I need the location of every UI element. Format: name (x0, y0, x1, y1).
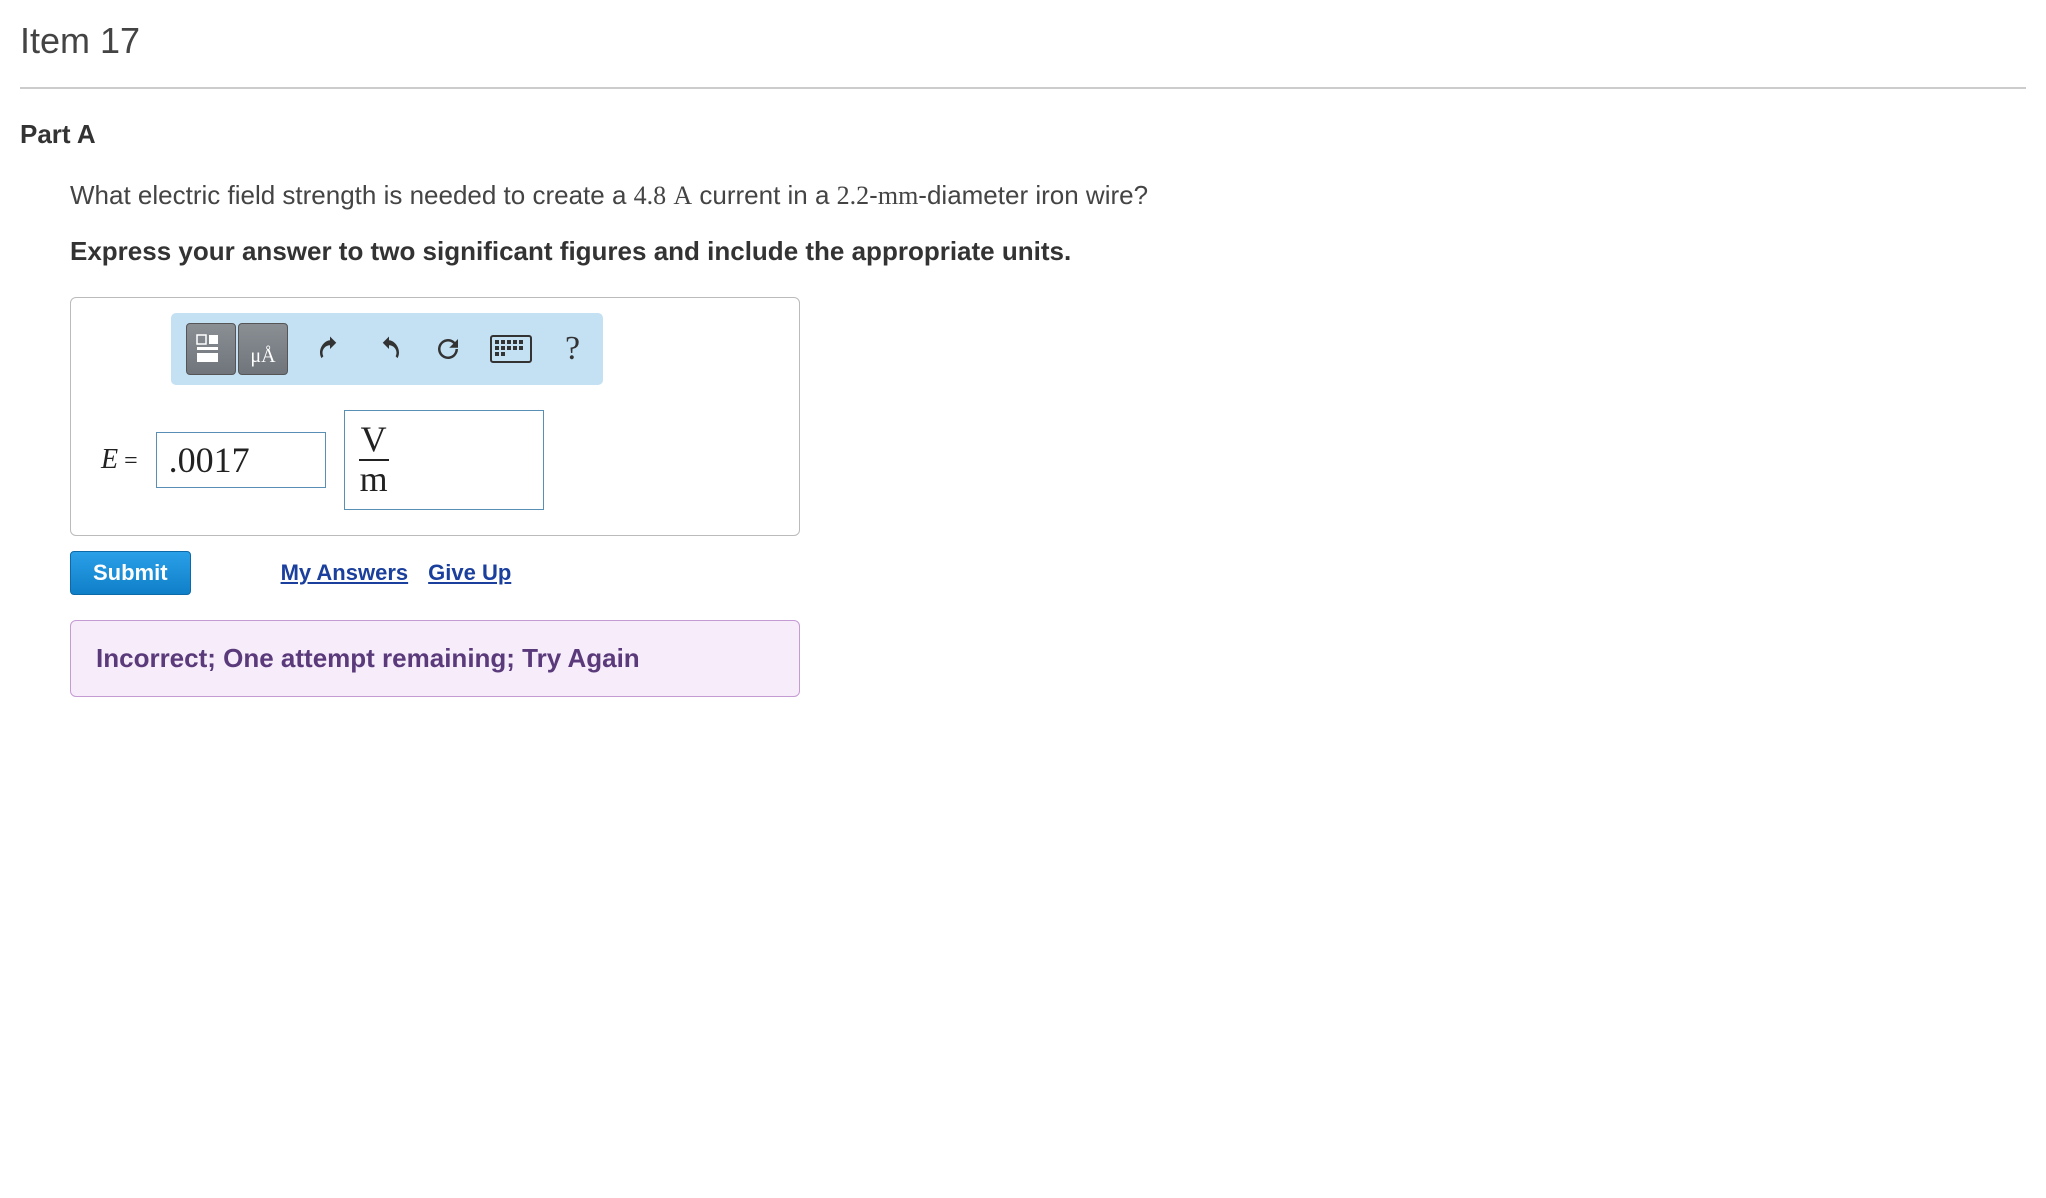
my-answers-link[interactable]: My Answers (281, 560, 409, 586)
answer-box: μÅ ? E = .0017 V (70, 297, 800, 536)
tool-button-group: μÅ (186, 323, 288, 375)
q-current-unit: A (673, 181, 692, 210)
undo-icon (315, 334, 345, 364)
redo-icon (374, 334, 404, 364)
item-title: Item 17 (20, 20, 2026, 62)
q-diameter-unit: mm (878, 181, 918, 210)
units-button-label: μÅ (250, 345, 275, 368)
units-button[interactable]: μÅ (238, 323, 288, 375)
submit-button[interactable]: Submit (70, 551, 191, 595)
q-suffix: -diameter iron wire? (918, 180, 1148, 210)
q-prefix: What electric field strength is needed t… (70, 180, 634, 210)
unit-input[interactable]: V m (344, 410, 544, 510)
reset-icon (433, 334, 463, 364)
variable-symbol: E (101, 444, 118, 475)
answer-row: E = .0017 V m (91, 410, 779, 510)
template-button[interactable] (186, 323, 236, 375)
template-icon (195, 333, 227, 365)
links-row: My Answers Give Up (281, 560, 512, 586)
q-diameter-value: 2.2 (837, 181, 870, 210)
part-label: Part A (20, 119, 2026, 150)
undo-button[interactable] (313, 332, 347, 366)
unit-numerator: V (359, 421, 389, 461)
q-mid: current in a (692, 180, 837, 210)
q-current-value: 4.8 (634, 181, 667, 210)
question-text: What electric field strength is needed t… (70, 180, 2026, 211)
keyboard-button[interactable] (490, 335, 532, 363)
variable-label: E = (101, 444, 138, 476)
value-input[interactable]: .0017 (156, 432, 326, 488)
give-up-link[interactable]: Give Up (428, 560, 511, 586)
help-button[interactable]: ? (557, 330, 588, 368)
divider (20, 87, 2026, 89)
redo-button[interactable] (372, 332, 406, 366)
unit-denominator: m (359, 461, 389, 499)
question-block: What electric field strength is needed t… (20, 180, 2026, 697)
instructions: Express your answer to two significant f… (70, 236, 2026, 267)
answer-toolbar: μÅ ? (171, 313, 603, 385)
reset-button[interactable] (431, 332, 465, 366)
action-row: Submit My Answers Give Up (70, 551, 2026, 595)
feedback-box: Incorrect; One attempt remaining; Try Ag… (70, 620, 800, 697)
equals-sign: = (118, 448, 138, 474)
feedback-text: Incorrect; One attempt remaining; Try Ag… (96, 643, 774, 674)
